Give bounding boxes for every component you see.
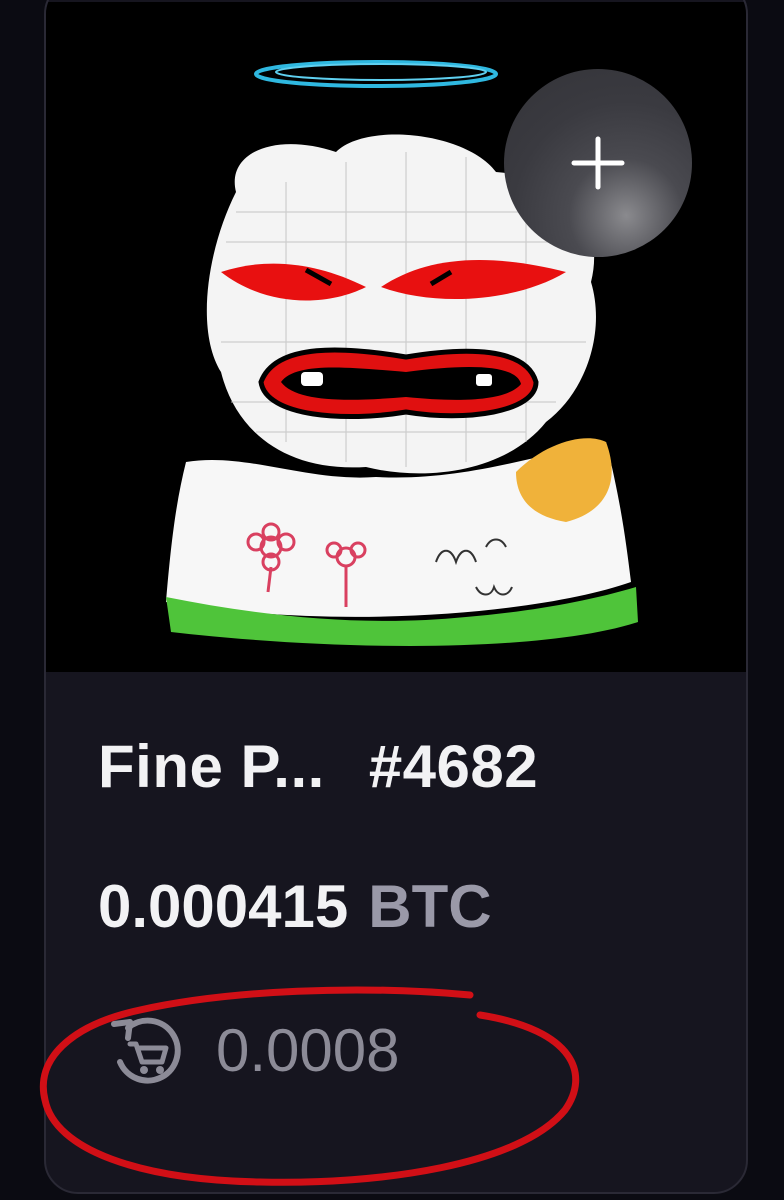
last-sale-value: 0.0008 — [216, 1016, 400, 1084]
price-value: 0.000415 — [98, 873, 349, 940]
item-number: #4682 — [368, 733, 539, 800]
nft-card[interactable]: Fine P... #4682 0.000415 BTC 0.0008 — [44, 0, 748, 1194]
price-unit: BTC — [368, 873, 492, 940]
price: 0.000415 BTC — [98, 872, 492, 941]
item-name: Fine P... — [98, 733, 325, 800]
item-title: Fine P... #4682 — [98, 732, 538, 801]
add-to-cart-button[interactable] — [504, 69, 692, 257]
last-sale: 0.0008 — [106, 1010, 400, 1090]
card-info: Fine P... #4682 0.000415 BTC 0.0008 — [46, 672, 746, 1192]
plus-icon — [571, 136, 625, 190]
nft-artwork[interactable] — [46, 2, 746, 672]
cart-history-icon — [111, 1017, 181, 1084]
